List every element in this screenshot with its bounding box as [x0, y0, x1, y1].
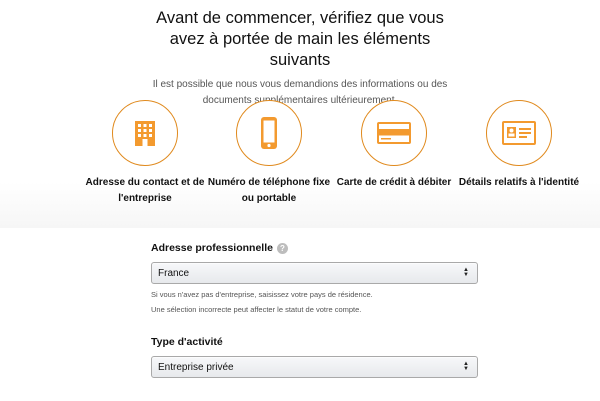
- requirement-icon-circle: [236, 100, 302, 166]
- requirement-identity: Détails relatifs à l'identité: [454, 100, 584, 191]
- business-address-label: Adresse professionnelle ?: [151, 240, 481, 256]
- select-arrows-icon: ▲ ▼: [463, 267, 469, 278]
- intro-header: Avant de commencer, vérifiez que vous av…: [0, 8, 600, 109]
- id-card-icon: [502, 121, 536, 145]
- requirement-label: Numéro de téléphone fixe ou portable: [207, 177, 331, 204]
- activity-type-label: Type d'activité: [151, 334, 481, 350]
- select-arrows-icon: ▲ ▼: [463, 361, 469, 372]
- requirement-label: Carte de crédit à débiter: [336, 177, 452, 188]
- activity-type-label-text: Type d'activité: [151, 336, 223, 348]
- hint-line: Une sélection incorrecte peut affecter l…: [151, 305, 362, 314]
- building-icon: [135, 121, 155, 146]
- activity-type-select[interactable]: Entreprise privée ▲ ▼: [151, 356, 478, 378]
- requirement-credit-card: Carte de crédit à débiter: [329, 100, 459, 191]
- requirement-label: Adresse du contact et de l'entreprise: [85, 177, 205, 204]
- requirement-icon-circle: [112, 100, 178, 166]
- requirement-phone: Numéro de téléphone fixe ou portable: [204, 100, 334, 207]
- business-address-hint: Si vous n'avez pas d'entreprise, saisiss…: [151, 287, 481, 317]
- business-form: Adresse professionnelle ? France ▲ ▼ Si v…: [151, 240, 481, 378]
- requirement-contact-address: Adresse du contact et de l'entreprise: [80, 100, 210, 207]
- activity-type-value: Entreprise privée: [158, 361, 234, 373]
- credit-card-icon: [377, 122, 411, 144]
- hint-line: Si vous n'avez pas d'entreprise, saisiss…: [151, 290, 373, 299]
- requirement-icon-circle: [486, 100, 552, 166]
- requirement-icon-circle: [361, 100, 427, 166]
- help-icon[interactable]: ?: [276, 242, 288, 254]
- requirement-label: Détails relatifs à l'identité: [458, 177, 580, 188]
- business-address-value: France: [158, 267, 190, 279]
- phone-icon: [261, 117, 277, 149]
- page-title: Avant de commencer, vérifiez que vous av…: [156, 9, 444, 69]
- business-address-select[interactable]: France ▲ ▼: [151, 262, 478, 284]
- business-address-label-text: Adresse professionnelle: [151, 242, 273, 254]
